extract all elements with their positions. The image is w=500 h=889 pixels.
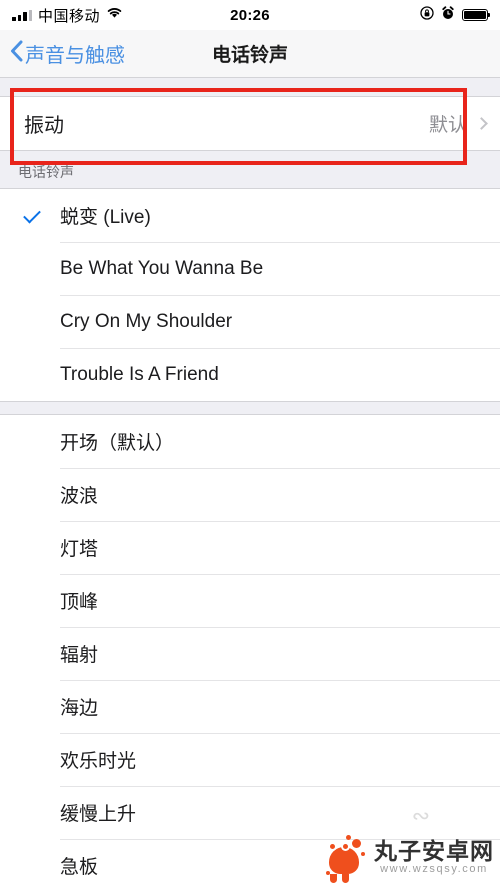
custom-ringtone-list: 蜕变 (Live) Be What You Wanna Be Cry On My S… [0,189,500,401]
decorative-swoosh: ∾ [411,803,430,828]
system-ringtone-row[interactable]: 开场（默认） [0,415,500,468]
system-ringtone-row[interactable]: 辐射 [0,627,500,680]
system-ringtone-label: 海边 [60,698,99,719]
custom-ringtone-row[interactable]: Be What You Wanna Be [0,242,500,295]
system-ringtone-label: 波浪 [60,486,99,507]
system-ringtone-row[interactable]: 急板 [0,839,500,889]
back-button-label: 声音与触感 [25,45,125,67]
system-ringtone-row[interactable]: 顶峰 [0,574,500,627]
vibration-row[interactable]: 振动 默认 [0,97,500,150]
vibration-value: 默认 [428,115,467,136]
system-ringtone-row[interactable]: 海边 [0,680,500,733]
system-ringtone-row[interactable]: 欢乐时光 [0,733,500,786]
group-separator [0,401,500,415]
back-button[interactable]: 声音与触感 [10,39,125,68]
system-ringtone-label: 灯塔 [60,539,99,560]
carrier-label: 中国移动 [38,7,101,25]
alarm-clock-icon [441,5,455,25]
system-ringtone-label: 缓慢上升 [60,804,137,825]
system-ringtone-label: 顶峰 [60,592,99,613]
phone-screen: 中国移动 20:26 声音与触感 电话铃声 振动 默认 电话铃声 蜕变 (Liv… [0,0,500,889]
section-header-ringtones: 电话铃声 [0,151,500,189]
spacer-above-vibration [0,78,500,96]
custom-ringtone-label: Cry On My Shoulder [60,310,233,332]
chevron-right-icon [475,117,488,130]
section-header-label: 电话铃声 [18,164,74,180]
vibration-label: 振动 [24,115,64,137]
status-bar-right [420,5,491,25]
custom-ringtone-row[interactable]: Trouble Is A Friend [0,348,500,401]
system-ringtone-row[interactable]: 灯塔 [0,521,500,574]
custom-ringtone-row[interactable]: Cry On My Shoulder [0,295,500,348]
custom-ringtone-label: 蜕变 (Live) [60,207,151,228]
custom-ringtone-label: Be What You Wanna Be [60,257,264,279]
rotation-lock-icon [420,5,434,25]
custom-ringtone-row[interactable]: 蜕变 (Live) [0,189,500,242]
chevron-left-icon [10,40,23,67]
custom-ringtone-label: Trouble Is A Friend [60,363,219,385]
battery-icon [462,9,491,21]
system-ringtone-row[interactable]: 波浪 [0,468,500,521]
system-ringtone-label: 急板 [60,857,99,878]
wifi-icon [106,6,123,24]
system-ringtone-label: 辐射 [60,645,99,666]
signal-bars-icon [12,9,32,21]
system-ringtone-label: 开场（默认） [60,433,175,454]
navigation-bar: 声音与触感 电话铃声 [0,30,500,78]
status-bar-left: 中国移动 [12,5,123,26]
status-bar: 中国移动 20:26 [0,0,500,30]
checkmark-icon [23,205,41,223]
vibration-group: 振动 默认 [0,96,500,151]
system-ringtone-label: 欢乐时光 [60,751,137,772]
